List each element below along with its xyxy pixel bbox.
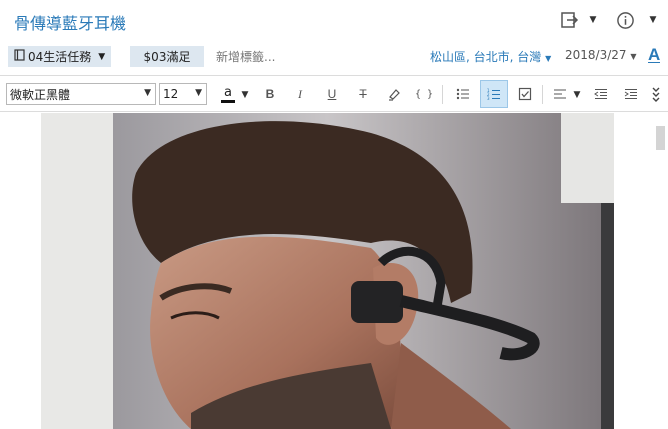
outdent-icon[interactable] (589, 82, 613, 106)
add-tag-input[interactable]: 新增標籤... (216, 48, 275, 65)
indent-icon[interactable] (619, 82, 643, 106)
share-caret-icon[interactable]: ▼ (586, 9, 600, 31)
chevron-down-icon: ▼ (630, 52, 637, 61)
bold-button[interactable]: B (258, 82, 282, 106)
title-actions: ▼ ▼ (558, 9, 660, 31)
font-size-value: 12 (163, 87, 179, 101)
font-size-select[interactable]: 12 ▼ (159, 83, 207, 105)
location-text: 松山區, 台北市, 台灣 (430, 50, 542, 64)
checkbox-icon[interactable] (513, 82, 537, 106)
strikethrough-button[interactable]: T (351, 82, 375, 106)
chevron-down-icon: ▼ (144, 88, 151, 98)
share-icon[interactable] (558, 9, 580, 31)
toolbar-divider (442, 85, 443, 104)
font-format-icon[interactable]: A (648, 45, 661, 65)
note-image[interactable] (41, 113, 614, 429)
font-family-value: 微軟正黑體 (10, 87, 71, 102)
numbered-list-icon[interactable]: 123 (480, 80, 508, 108)
location-selector[interactable]: 松山區, 台北市, 台灣 ▼ (430, 48, 551, 65)
chevron-down-icon: ▼ (98, 51, 106, 62)
align-icon[interactable] (548, 82, 572, 106)
toolbar-divider (542, 85, 543, 104)
chevron-down-icon: ▼ (195, 88, 202, 98)
highlighter-icon[interactable] (382, 82, 406, 106)
notebook-selector[interactable]: 04生活任務 ▼ (8, 46, 112, 67)
more-icon[interactable] (646, 82, 666, 106)
text-color-label: a (224, 84, 232, 100)
title-bar: 骨傳導藍牙耳機 ▼ ▼ (0, 0, 668, 42)
italic-button[interactable]: I (288, 82, 312, 106)
text-color-button[interactable]: a (216, 82, 240, 106)
format-toolbar: 微軟正黑體 ▼ 12 ▼ a ▼ B I U T { } 123 ▼ (0, 75, 668, 112)
font-family-select[interactable]: 微軟正黑體 ▼ (6, 83, 156, 105)
date-text: 2018/3/27 (565, 48, 627, 62)
more-caret-icon[interactable]: ▼ (646, 9, 660, 31)
note-content[interactable] (0, 113, 668, 429)
svg-text:3: 3 (487, 96, 490, 101)
note-title[interactable]: 骨傳導藍牙耳機 (14, 10, 126, 34)
align-caret-icon[interactable]: ▼ (570, 84, 584, 106)
scrollbar-thumb[interactable] (656, 126, 665, 150)
color-caret-icon[interactable]: ▼ (238, 84, 252, 106)
info-icon[interactable] (614, 9, 636, 31)
bullet-list-icon[interactable] (451, 82, 475, 106)
date-selector[interactable]: 2018/3/27 ▼ (565, 48, 637, 62)
notebook-icon (14, 49, 25, 64)
note-meta-bar: 04生活任務 ▼ $03滿足 新增標籤... 松山區, 台北市, 台灣 ▼ 20… (0, 42, 668, 72)
chevron-down-icon: ▼ (545, 54, 552, 63)
color-swatch (221, 99, 235, 103)
tag-chip[interactable]: $03滿足 (130, 46, 204, 67)
notebook-name: 04生活任務 (28, 50, 92, 64)
code-block-button[interactable]: { } (412, 82, 436, 106)
underline-button[interactable]: U (320, 82, 344, 106)
